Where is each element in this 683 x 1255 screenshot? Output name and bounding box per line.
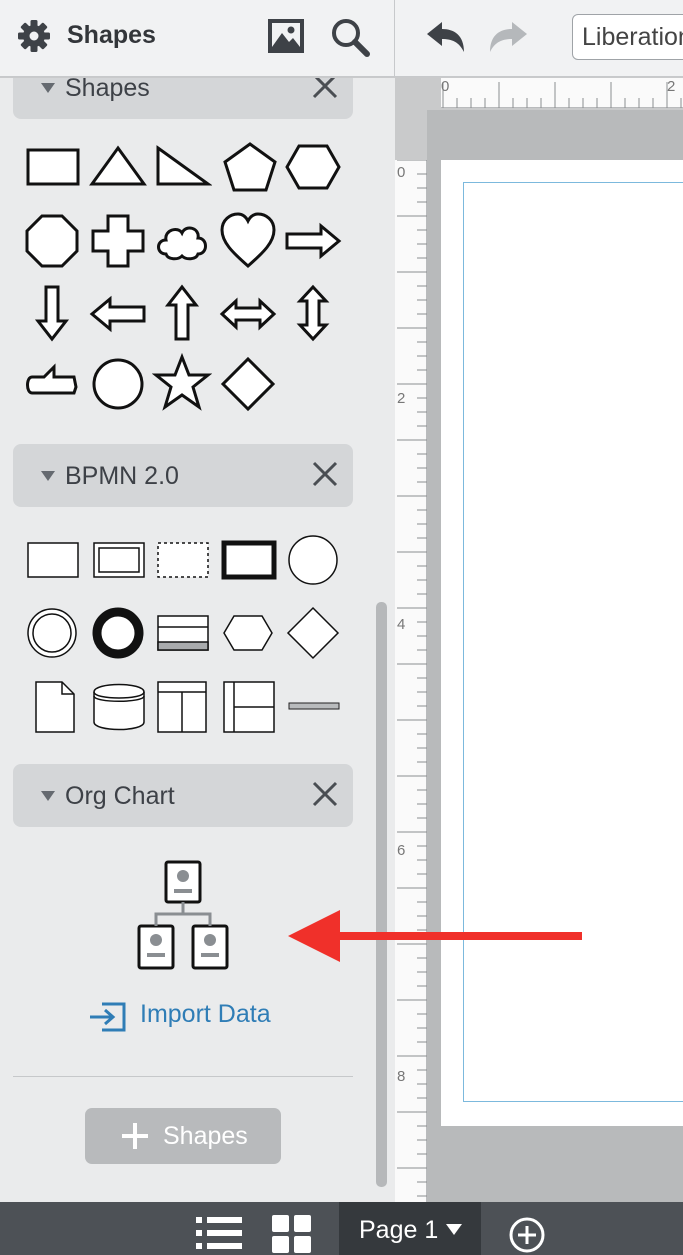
- bpmn-end-event-shape[interactable]: [88, 602, 148, 662]
- right-triangle-shape[interactable]: [152, 136, 213, 196]
- plus-icon: [122, 1123, 148, 1149]
- bpmn-data-store-shape[interactable]: [88, 676, 148, 736]
- arrow-left-shape[interactable]: [88, 283, 148, 343]
- ruler-label: 2: [397, 390, 406, 407]
- arrow-right-shape[interactable]: [283, 210, 343, 270]
- octagon-shape[interactable]: [22, 210, 82, 270]
- hexagon-shape[interactable]: [283, 136, 343, 196]
- add-shapes-button[interactable]: Shapes: [85, 1108, 281, 1164]
- callout-shape[interactable]: [22, 353, 82, 413]
- arrow-up-down-shape[interactable]: [283, 283, 343, 343]
- diamond-shape[interactable]: [218, 353, 278, 413]
- sidebar-divider: [13, 1076, 353, 1077]
- list-view-icon[interactable]: [196, 1217, 242, 1253]
- panel-title-org-chart: Org Chart: [65, 782, 175, 810]
- bpmn-task-shape[interactable]: [22, 529, 82, 589]
- bpmn-transaction-shape[interactable]: [152, 529, 212, 589]
- collapse-triangle-icon[interactable]: [41, 83, 55, 93]
- bpmn-lane-horizontal-shape[interactable]: [218, 676, 278, 736]
- star-shape[interactable]: [151, 352, 213, 413]
- font-family-select[interactable]: Liberation Sans: [572, 14, 683, 60]
- annotation-arrow: [288, 910, 582, 962]
- collapse-triangle-icon[interactable]: [41, 471, 55, 481]
- sidebar-scrollbar[interactable]: [376, 602, 387, 1187]
- close-icon[interactable]: [311, 460, 339, 488]
- arrow-left-right-shape[interactable]: [218, 283, 278, 343]
- panel-title-bpmn: BPMN 2.0: [65, 462, 179, 490]
- triangle-shape[interactable]: [88, 136, 148, 196]
- close-icon[interactable]: [311, 780, 339, 808]
- top-toolbar: Shapes Liberation Sans: [0, 0, 683, 77]
- add-page-icon[interactable]: [508, 1216, 546, 1254]
- bpmn-pool-shape[interactable]: [152, 602, 212, 662]
- arrow-down-shape[interactable]: [22, 283, 82, 343]
- cloud-shape[interactable]: [152, 210, 212, 270]
- bpmn-subprocess-shape[interactable]: [88, 529, 148, 589]
- ruler-label: 4: [397, 616, 406, 633]
- page-tab-label: Page 1: [359, 1216, 439, 1244]
- page-tab[interactable]: Page 1: [339, 1202, 481, 1255]
- ruler-label: 0: [441, 78, 450, 95]
- arrow-up-shape[interactable]: [152, 283, 212, 343]
- horizontal-ruler: 0 2: [441, 78, 683, 108]
- cross-shape[interactable]: [88, 210, 148, 270]
- ruler-label: 8: [397, 1068, 406, 1085]
- vertical-ruler: 0 2 4 6 8: [395, 160, 427, 1202]
- panel-title-shapes: Shapes: [65, 78, 150, 102]
- bpmn-gateway-shape[interactable]: [283, 602, 343, 662]
- grid-view-icon[interactable]: [272, 1215, 312, 1253]
- pentagon-shape[interactable]: [220, 136, 280, 196]
- panel-header-bpmn[interactable]: BPMN 2.0: [13, 444, 353, 507]
- image-icon[interactable]: [266, 17, 306, 55]
- shapes-sidebar: Shapes BPMN 2.0 Org Chart Import Data Sh…: [0, 78, 395, 1202]
- org-chart-icon[interactable]: [134, 860, 234, 972]
- canvas-area[interactable]: 0 2 0 2 4 6 8: [395, 78, 683, 1202]
- gear-icon[interactable]: [16, 18, 52, 54]
- bpmn-conditional-shape[interactable]: [218, 602, 278, 662]
- ruler-label: 6: [397, 842, 406, 859]
- search-icon[interactable]: [328, 15, 372, 59]
- bpmn-intermediate-event-shape[interactable]: [22, 602, 82, 662]
- rectangle-shape[interactable]: [22, 136, 82, 196]
- panel-header-org-chart[interactable]: Org Chart: [13, 764, 353, 827]
- undo-icon[interactable]: [424, 18, 468, 58]
- heart-shape[interactable]: [218, 210, 278, 270]
- close-icon[interactable]: [311, 78, 339, 100]
- import-data-label: Import Data: [140, 1000, 271, 1028]
- collapse-triangle-icon[interactable]: [41, 791, 55, 801]
- chevron-down-icon[interactable]: [446, 1224, 462, 1235]
- ruler-label: 2: [667, 78, 676, 95]
- bpmn-data-object-shape[interactable]: [22, 676, 82, 736]
- bpmn-lane-vertical-shape[interactable]: [152, 676, 212, 736]
- panel-header-shapes[interactable]: Shapes: [13, 78, 353, 119]
- import-icon: [90, 1002, 126, 1032]
- redo-icon[interactable]: [486, 18, 530, 58]
- ruler-label: 0: [397, 164, 406, 181]
- circle-shape[interactable]: [88, 353, 148, 413]
- sidebar-header: Shapes: [0, 0, 395, 77]
- bpmn-call-activity-shape[interactable]: [218, 529, 278, 589]
- bpmn-association-shape[interactable]: [283, 676, 343, 736]
- panel-title: Shapes: [67, 21, 156, 49]
- bottom-bar: Page 1: [0, 1202, 683, 1255]
- bpmn-start-event-shape[interactable]: [283, 529, 343, 589]
- add-shapes-label: Shapes: [163, 1122, 248, 1150]
